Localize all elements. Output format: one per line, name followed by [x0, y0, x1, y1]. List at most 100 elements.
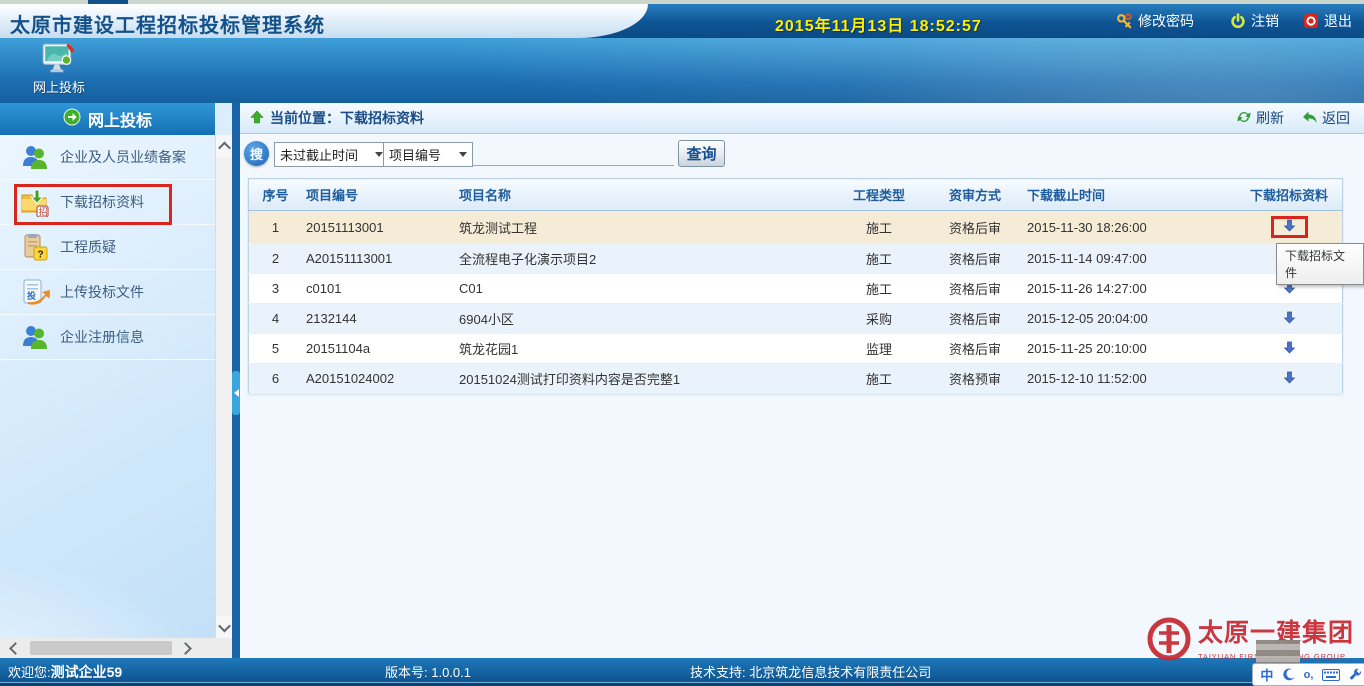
- scroll-right-arrow[interactable]: [172, 638, 198, 658]
- keyboard-icon[interactable]: [1322, 669, 1340, 681]
- search-bar: 搜 未过截止时间 项目编号 查询: [240, 139, 1364, 171]
- scroll-down-arrow[interactable]: [216, 616, 233, 638]
- sidebar-vertical-scrollbar[interactable]: [215, 135, 233, 638]
- logout-button[interactable]: 注销: [1230, 11, 1279, 31]
- refresh-label: 刷新: [1256, 108, 1284, 128]
- chevron-down-icon: [459, 152, 467, 157]
- back-button[interactable]: 返回: [1302, 108, 1350, 128]
- field-filter-select[interactable]: 项目编号: [383, 142, 473, 167]
- version-text: 版本号: 1.0.0.1: [385, 662, 471, 681]
- deadline-filter-select[interactable]: 未过截止时间: [274, 142, 389, 167]
- sidebar-item-project-question[interactable]: ? 工程质疑: [0, 225, 215, 270]
- exit-button[interactable]: 退出: [1303, 11, 1352, 31]
- panel-splitter[interactable]: [232, 103, 240, 658]
- table-row[interactable]: 6 A20151024002 20151024测试打印资料内容是否完整1 施工 …: [249, 364, 1343, 394]
- table-row[interactable]: 2 A20151113001 全流程电子化演示项目2 施工 资格后审 2015-…: [249, 244, 1343, 274]
- cell-type: 施工: [831, 364, 927, 394]
- cell-review: 资格后审: [927, 211, 1023, 244]
- svg-text:?: ?: [38, 250, 44, 261]
- cell-code: c0101: [302, 274, 455, 304]
- sidebar-item-performance-record[interactable]: 企业及人员业绩备案: [0, 135, 215, 180]
- logout-label: 注销: [1251, 11, 1279, 31]
- sidebar-item-company-registration[interactable]: 企业注册信息: [0, 315, 215, 360]
- query-button[interactable]: 查询: [678, 140, 725, 167]
- col-download: 下载招标资料: [1236, 179, 1343, 211]
- keys-icon: [1116, 13, 1133, 30]
- sidebar-item-label: 企业及人员业绩备案: [60, 147, 186, 167]
- monitor-icon: [14, 42, 104, 76]
- main-content: 当前位置：下载招标资料 刷新 返回 搜 未过截止时间 项目编号: [240, 103, 1364, 658]
- cell-name: 筑龙花园1: [455, 334, 831, 364]
- title-bar: 太原市建设工程招标投标管理系统 2015年11月13日 18:52:57 修改密…: [0, 4, 1364, 38]
- scroll-up-arrow[interactable]: [216, 135, 233, 157]
- ime-language-bar[interactable]: 中 o,: [1252, 663, 1364, 686]
- sidebar-header: 网上投标: [0, 103, 215, 135]
- col-review: 资审方式: [927, 179, 1023, 211]
- page-title: 太原市建设工程招标投标管理系统: [10, 9, 325, 38]
- cell-type: 采购: [831, 304, 927, 334]
- users-icon: [20, 142, 50, 172]
- cell-name: 20151024测试打印资料内容是否完整1: [455, 364, 831, 394]
- table-header-row: 序号 项目编号 项目名称 工程类型 资审方式 下载截止时间 下载招标资料: [249, 179, 1343, 211]
- app-title-tab: 太原市建设工程招标投标管理系统: [0, 4, 648, 38]
- wrench-icon[interactable]: [1349, 668, 1362, 681]
- current-user: 测试企业59: [51, 664, 123, 680]
- upload-doc-icon: 投: [20, 277, 50, 307]
- deadline-filter-value: 未过截止时间: [280, 145, 358, 164]
- col-deadline: 下载截止时间: [1023, 179, 1236, 211]
- ime-language-toggle[interactable]: 中: [1260, 665, 1273, 684]
- cell-seq: 3: [249, 274, 303, 304]
- col-code: 项目编号: [302, 179, 455, 211]
- table-row[interactable]: 1 20151113001 筑龙测试工程 施工 资格后审 2015-11-30 …: [249, 211, 1343, 244]
- back-label: 返回: [1322, 108, 1350, 128]
- download-button[interactable]: [1273, 370, 1306, 387]
- chevron-down-icon: [375, 152, 383, 157]
- cell-seq: 5: [249, 334, 303, 364]
- collapse-handle[interactable]: [232, 371, 240, 415]
- svg-text:招: 招: [39, 206, 48, 217]
- moon-icon[interactable]: [1282, 668, 1295, 681]
- download-button[interactable]: [1273, 310, 1306, 327]
- cell-review: 资格后审: [927, 304, 1023, 334]
- back-arrow-icon: [1302, 109, 1318, 128]
- col-type: 工程类型: [831, 179, 927, 211]
- download-button[interactable]: [1271, 216, 1308, 238]
- green-circle-arrow-icon: [63, 108, 81, 131]
- table-row[interactable]: 4 2132144 6904小区 采购 资格后审 2015-12-05 20:0…: [249, 304, 1343, 334]
- cell-review: 资格后审: [927, 274, 1023, 304]
- cell-type: 施工: [831, 211, 927, 244]
- module-online-bidding[interactable]: 网上投标: [14, 42, 104, 96]
- power-icon: [1230, 13, 1246, 29]
- sidebar-item-label: 下载招标资料: [60, 192, 144, 212]
- search-input[interactable]: [472, 143, 674, 166]
- folder-download-icon: 招: [20, 187, 50, 217]
- cell-code: 20151113001: [302, 211, 455, 244]
- refresh-icon: [1236, 109, 1252, 128]
- change-password-button[interactable]: 修改密码: [1116, 11, 1194, 31]
- red-ring-monogram-icon: [1146, 616, 1192, 667]
- cell-deadline: 2015-11-26 14:27:00: [1023, 274, 1236, 304]
- table-row[interactable]: 5 20151104a 筑龙花园1 监理 资格后审 2015-11-25 20:…: [249, 334, 1343, 364]
- cell-code: A20151113001: [302, 244, 455, 274]
- cell-name: 全流程电子化演示项目2: [455, 244, 831, 274]
- download-button[interactable]: [1273, 340, 1306, 357]
- exit-label: 退出: [1324, 11, 1352, 31]
- welcome-text: 欢迎您:测试企业59: [8, 662, 122, 682]
- ime-punctuation-toggle[interactable]: o,: [1304, 669, 1314, 681]
- scrollbar-thumb[interactable]: [30, 641, 172, 655]
- sidebar-item-download-bid-materials[interactable]: 招 下载招标资料: [0, 180, 215, 225]
- sidebar-horizontal-scrollbar[interactable]: [0, 638, 232, 658]
- sidebar-item-upload-bid-file[interactable]: 投 上传投标文件: [0, 270, 215, 315]
- scroll-left-arrow[interactable]: [2, 638, 28, 658]
- datetime-display: 2015年11月13日 18:52:57: [775, 12, 982, 36]
- cell-deadline: 2015-11-30 18:26:00: [1023, 211, 1236, 244]
- refresh-button[interactable]: 刷新: [1236, 108, 1284, 128]
- cell-review: 资格后审: [927, 244, 1023, 274]
- blue-down-arrow-icon: [1283, 311, 1296, 324]
- cell-seq: 2: [249, 244, 303, 274]
- bottom-edge: [0, 682, 1364, 686]
- search-badge-icon: 搜: [244, 141, 269, 166]
- breadcrumb-bar: 当前位置：下载招标资料 刷新 返回: [240, 103, 1364, 134]
- table-row[interactable]: 3 c0101 C01 施工 资格后审 2015-11-26 14:27:00: [249, 274, 1343, 304]
- breadcrumb: 当前位置：下载招标资料: [250, 108, 424, 128]
